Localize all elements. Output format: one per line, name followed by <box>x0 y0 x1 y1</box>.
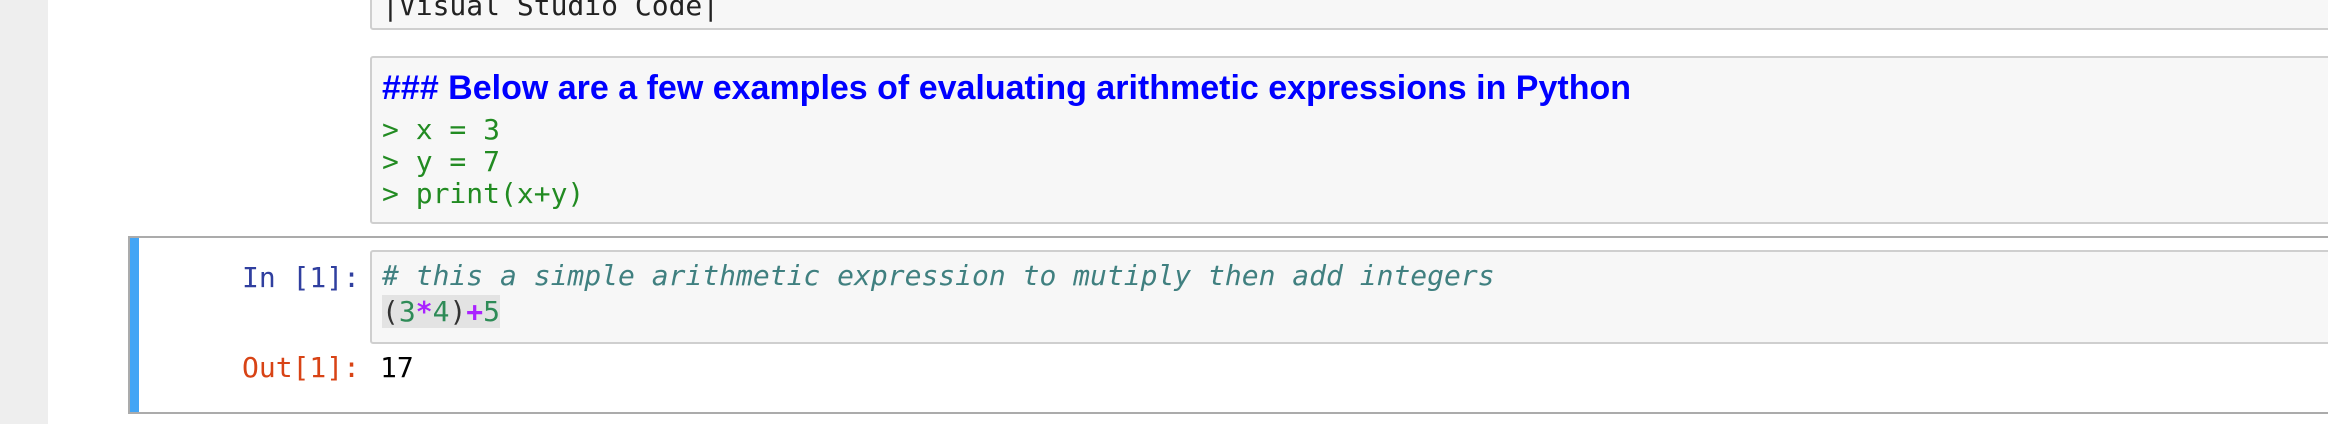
number-token: 3 <box>398 295 416 328</box>
number-token: 5 <box>483 295 501 328</box>
code-cell-selected[interactable]: In [1]: # this a simple arithmetic expre… <box>128 236 2328 414</box>
markdown-quote-line: > y = 7 <box>382 145 501 178</box>
markdown-cell-partial[interactable]: |Visual Studio Code| <box>370 0 2328 30</box>
notebook-area: |Visual Studio Code| ### Below are a few… <box>48 0 2328 424</box>
code-comment: # this a simple arithmetic expression to… <box>382 259 1495 292</box>
code-expression: (3*4)+5 <box>382 295 501 328</box>
output-prompt: Out[1]: <box>241 351 360 384</box>
operator-token: + <box>466 295 484 328</box>
markdown-cell[interactable]: ### Below are a few examples of evaluati… <box>370 56 2328 224</box>
number-token: 4 <box>432 295 450 328</box>
input-prompt: In [1]: <box>241 261 360 294</box>
paren-token: ) <box>449 295 467 328</box>
markdown-quote-line: > print(x+y) <box>382 177 585 210</box>
paren-token: ( <box>382 295 399 328</box>
markdown-heading: ### Below are a few examples of evaluati… <box>382 69 1632 107</box>
cell-text: |Visual Studio Code| <box>382 0 720 22</box>
cell-output: 17 <box>380 351 414 384</box>
code-input-area[interactable]: # this a simple arithmetic expression to… <box>370 250 2328 344</box>
markdown-quote-line: > x = 3 <box>382 113 501 146</box>
operator-token: * <box>415 295 433 328</box>
